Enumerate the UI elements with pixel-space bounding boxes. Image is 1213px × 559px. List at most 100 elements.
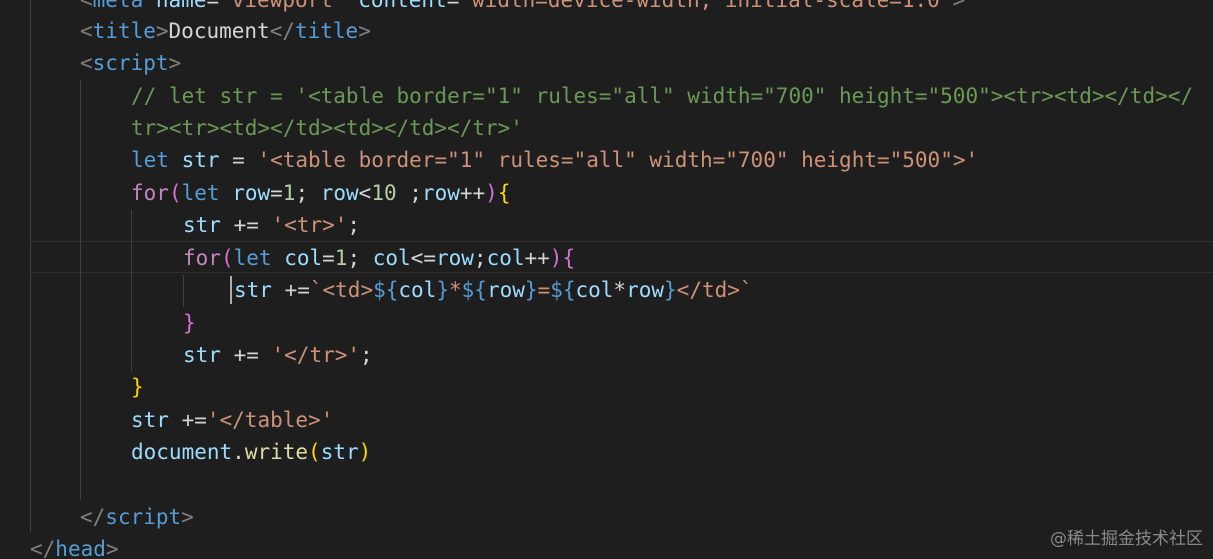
code-line[interactable]: </head> bbox=[30, 533, 119, 559]
code-token: row bbox=[486, 278, 525, 302]
code-token: let bbox=[233, 246, 272, 270]
code-token: tr><tr><td></td><td></td></tr>' bbox=[131, 116, 523, 140]
code-token: str bbox=[131, 408, 169, 432]
code-token: = bbox=[446, 0, 460, 12]
code-token: ; bbox=[396, 181, 422, 205]
code-line[interactable]: // let str = '<table border="1" rules="a… bbox=[131, 80, 1193, 112]
code-token: = bbox=[219, 148, 258, 172]
code-line[interactable]: str += '<tr>'; bbox=[183, 209, 360, 241]
code-line[interactable]: </script> bbox=[80, 501, 194, 533]
code-token: } bbox=[436, 278, 449, 302]
code-token: ; bbox=[347, 213, 361, 237]
indent-guide bbox=[30, 0, 31, 532]
code-line[interactable]: tr><tr><td></td><td></td></tr>' bbox=[131, 112, 523, 144]
code-token: col bbox=[575, 278, 614, 302]
code-token: ; bbox=[473, 246, 487, 270]
code-token: </ bbox=[30, 537, 56, 559]
code-token: document bbox=[131, 440, 233, 464]
code-line[interactable]: let str = '<table border="1" rules="all"… bbox=[131, 144, 978, 176]
code-token: > bbox=[155, 19, 169, 43]
code-line[interactable]: <title>Document</title> bbox=[80, 15, 371, 47]
code-token: for bbox=[183, 246, 221, 270]
code-token: <= bbox=[410, 246, 436, 270]
code-token: // let str = '<table border="1" rules="a… bbox=[131, 84, 1194, 108]
code-token: `<td> bbox=[309, 278, 374, 302]
code-token: script bbox=[105, 505, 182, 529]
code-token: row bbox=[320, 181, 359, 205]
code-token: < bbox=[80, 0, 93, 12]
code-line[interactable]: } bbox=[131, 371, 144, 403]
code-token: script bbox=[92, 51, 169, 75]
code-token: ++ bbox=[524, 246, 550, 270]
code-token: ) bbox=[549, 246, 563, 270]
code-token: let bbox=[131, 148, 169, 172]
indent-guide bbox=[80, 80, 81, 500]
code-line[interactable]: <meta name="viewport" content="width=dev… bbox=[80, 0, 965, 16]
code-token: str bbox=[234, 278, 272, 302]
code-token: ( bbox=[220, 246, 234, 270]
code-token: 1 bbox=[282, 181, 296, 205]
code-token: meta bbox=[92, 0, 144, 12]
code-token: = bbox=[322, 246, 335, 270]
code-token: row bbox=[626, 278, 665, 302]
code-token: head bbox=[55, 537, 106, 559]
code-token: write bbox=[244, 440, 309, 464]
code-token: </ bbox=[269, 19, 295, 43]
code-token: 1 bbox=[334, 246, 348, 270]
code-token: ) bbox=[485, 181, 498, 205]
code-line[interactable]: <script> bbox=[80, 47, 181, 79]
code-token: = bbox=[537, 278, 551, 302]
code-token: title bbox=[294, 19, 359, 43]
code-token: "viewport" bbox=[219, 0, 346, 12]
code-token: += bbox=[220, 343, 272, 367]
code-token: '</table>' bbox=[206, 408, 334, 432]
code-token: row bbox=[421, 181, 460, 205]
code-token: col bbox=[398, 278, 437, 302]
code-token: { bbox=[497, 181, 511, 205]
code-editor[interactable]: <meta name="viewport" content="width=dev… bbox=[0, 0, 1213, 559]
code-token: ${ bbox=[550, 278, 576, 302]
code-token: row bbox=[435, 246, 474, 270]
code-token: ; bbox=[295, 181, 321, 205]
code-line[interactable]: str +='</table>' bbox=[131, 404, 333, 436]
code-token: str bbox=[181, 148, 220, 172]
code-token: } bbox=[664, 278, 677, 302]
code-token: = bbox=[270, 181, 283, 205]
code-token: * bbox=[613, 278, 627, 302]
code-token: += bbox=[220, 213, 272, 237]
code-token: 10 bbox=[371, 181, 397, 205]
code-token: } bbox=[131, 375, 144, 399]
code-token: > bbox=[105, 537, 119, 559]
code-line[interactable]: document.write(str) bbox=[131, 436, 371, 468]
code-token: ) bbox=[358, 440, 372, 464]
code-line[interactable]: str +=`<td>${col}*${row}=${col*row}</td>… bbox=[234, 274, 753, 306]
code-token: '<tr>' bbox=[271, 213, 348, 237]
code-token: content bbox=[358, 0, 447, 12]
code-token: } bbox=[524, 278, 538, 302]
code-token: > bbox=[952, 0, 966, 12]
code-line[interactable]: str += '</tr>'; bbox=[183, 339, 373, 371]
code-token: str bbox=[183, 343, 221, 367]
code-token: * bbox=[448, 278, 462, 302]
code-token: ( bbox=[308, 440, 321, 464]
code-token: col bbox=[486, 246, 525, 270]
code-line[interactable]: } bbox=[183, 307, 196, 339]
code-token: title bbox=[92, 19, 156, 43]
watermark: @稀土掘金技术社区 bbox=[1050, 529, 1203, 549]
code-line[interactable]: for(let row=1; row<10 ;row++){ bbox=[131, 177, 510, 209]
code-token: ; bbox=[347, 246, 373, 270]
code-token: ; bbox=[360, 343, 373, 367]
code-token: += bbox=[271, 278, 310, 302]
code-token: ( bbox=[168, 181, 182, 205]
code-token: > bbox=[181, 505, 194, 529]
code-token: let bbox=[181, 181, 220, 205]
code-token: str bbox=[320, 440, 359, 464]
code-token: str bbox=[183, 213, 221, 237]
code-token: </ bbox=[80, 505, 106, 529]
code-line[interactable]: for(let col=1; col<=row;col++){ bbox=[183, 242, 575, 274]
code-token: Document bbox=[168, 19, 270, 43]
